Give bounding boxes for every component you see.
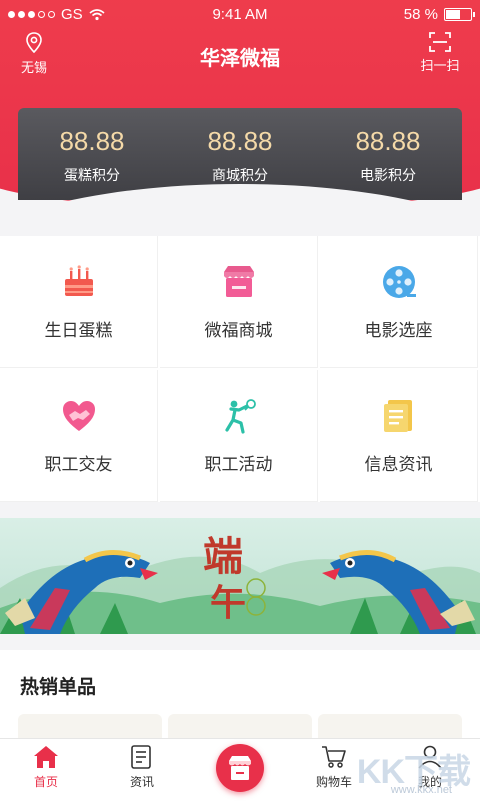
movie-points-value: 88.88 — [355, 126, 421, 156]
hot-section-title: 热销单品 — [20, 677, 97, 698]
service-label: 微福商城 — [204, 321, 273, 340]
service-mall[interactable]: 微福商城 — [160, 236, 318, 368]
tab-label: 首页 — [33, 775, 58, 789]
dragon-boat-banner[interactable]: 端 午 — [0, 518, 480, 634]
scan-icon — [429, 32, 451, 52]
movie-points[interactable]: 88.88 电影积分 — [314, 126, 462, 185]
service-grid: 生日蛋糕 微福商城 电影选座 职工交友 职工活动 信息资讯 — [0, 236, 480, 502]
service-birthday-cake[interactable]: 生日蛋糕 — [0, 236, 158, 368]
battery-level — [446, 10, 460, 19]
status-right: 58 % — [403, 6, 475, 23]
banner-text-wu: 午 — [210, 582, 247, 624]
mall-points-label: 商城积分 — [212, 167, 268, 183]
service-staff-activity[interactable]: 职工活动 — [160, 370, 318, 502]
service-movie-seat[interactable]: 电影选座 — [320, 236, 478, 368]
service-label: 信息资讯 — [364, 455, 433, 474]
status-bar: GS 9:41 AM 58 % — [0, 0, 480, 30]
heart-handshake-icon — [63, 401, 95, 431]
mall-points-value: 88.88 — [207, 126, 273, 156]
store-icon — [229, 756, 251, 780]
news-icon — [131, 745, 151, 769]
birthday-cake-icon — [65, 265, 93, 296]
cake-points[interactable]: 88.88 蛋糕积分 — [18, 126, 166, 185]
service-label: 电影选座 — [364, 321, 433, 340]
tab-mall-center-button[interactable] — [216, 744, 264, 792]
service-news[interactable]: 信息资讯 — [320, 370, 478, 502]
movie-points-label: 电影积分 — [360, 167, 416, 183]
cake-points-value: 88.88 — [59, 126, 125, 156]
header: GS 9:41 AM 58 % 无锡 华泽微福 扫一扫 88.88 蛋糕积分 8… — [0, 0, 480, 230]
scan-label: 扫一扫 — [420, 58, 460, 73]
battery-percent: 58 % — [403, 6, 438, 23]
cake-points-label: 蛋糕积分 — [64, 167, 120, 183]
nav-bar: 无锡 华泽微福 扫一扫 — [0, 30, 480, 80]
home-icon — [34, 746, 58, 768]
battery-icon — [444, 8, 475, 21]
news-document-icon — [384, 400, 412, 432]
service-staff-dating[interactable]: 职工交友 — [0, 370, 158, 502]
service-label: 职工活动 — [204, 455, 273, 474]
service-label: 职工交友 — [44, 455, 113, 474]
tab-home[interactable]: 首页 — [6, 745, 86, 790]
badminton-player-icon — [225, 399, 256, 434]
service-label: 生日蛋糕 — [44, 321, 113, 340]
watermark-url: www.kkx.net — [390, 784, 452, 796]
scan-button[interactable]: 扫一扫 — [418, 32, 462, 74]
mall-points[interactable]: 88.88 商城积分 — [166, 126, 314, 185]
cart-icon — [322, 746, 346, 768]
film-reel-icon — [383, 266, 416, 298]
tab-label: 购物车 — [315, 775, 352, 789]
page-title: 华泽微福 — [200, 48, 280, 70]
tab-label: 资讯 — [129, 775, 154, 789]
store-icon — [224, 266, 254, 297]
tab-news[interactable]: 资讯 — [102, 745, 182, 790]
